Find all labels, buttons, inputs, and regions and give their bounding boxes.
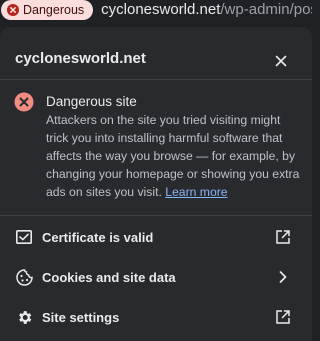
certificate-row[interactable]: Certificate is valid [0,217,312,257]
site-settings-row-label: Site settings [42,309,120,325]
open-external-icon [274,308,292,326]
header-divider [0,79,312,80]
danger-icon [14,92,34,112]
gear-icon [15,308,33,326]
url-text[interactable]: cyclonesworld.net/wp-admin/post [101,0,312,20]
dangerous-chip-label: Dangerous [23,3,85,17]
omnibox: Dangerous cyclonesworld.net/wp-admin/pos… [0,0,312,20]
url-path: /wp-admin/post [220,1,312,18]
close-icon [275,55,287,67]
warning-title: Dangerous site [46,94,137,109]
section-divider [0,215,312,216]
cookies-row-label: Cookies and site data [42,269,176,285]
certificate-icon [15,228,33,246]
danger-icon [7,4,19,16]
chevron-right-icon [274,268,292,286]
url-host: cyclonesworld.net [101,1,221,18]
cookies-row[interactable]: Cookies and site data [0,257,312,297]
open-external-icon [274,228,292,246]
site-info-panel: cyclonesworld.net Dangerous site Attacke… [0,27,312,341]
close-button[interactable] [273,53,289,69]
dangerous-chip[interactable]: Dangerous [1,0,94,20]
cookie-icon [15,268,33,286]
certificate-row-label: Certificate is valid [42,229,154,245]
panel-header: cyclonesworld.net [0,27,312,93]
warning-description: Attackers on the site you tried visiting… [46,111,304,201]
site-settings-row[interactable]: Site settings [0,297,312,337]
site-title: cyclonesworld.net [15,50,146,67]
learn-more-link[interactable]: Learn more [165,185,227,199]
